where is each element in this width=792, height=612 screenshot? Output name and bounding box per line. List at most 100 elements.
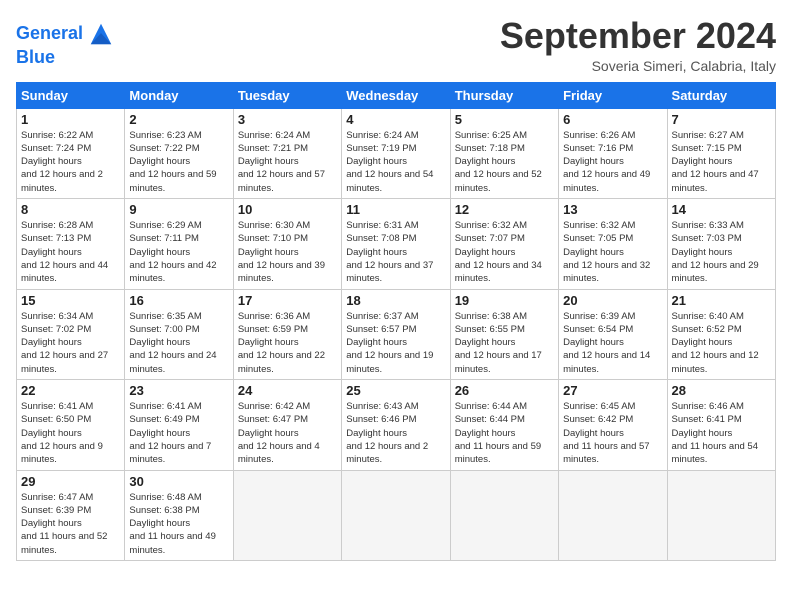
calendar-week-3: 15 Sunrise: 6:34 AM Sunset: 7:02 PM Dayl…	[17, 289, 776, 379]
day-number: 5	[455, 112, 554, 127]
day-info: Sunrise: 6:27 AM Sunset: 7:15 PM Dayligh…	[672, 129, 771, 195]
calendar-cell: 16 Sunrise: 6:35 AM Sunset: 7:00 PM Dayl…	[125, 289, 233, 379]
day-number: 29	[21, 474, 120, 489]
day-info: Sunrise: 6:44 AM Sunset: 6:44 PM Dayligh…	[455, 400, 554, 466]
day-number: 12	[455, 202, 554, 217]
calendar-cell: 27 Sunrise: 6:45 AM Sunset: 6:42 PM Dayl…	[559, 380, 667, 470]
calendar-cell: 4 Sunrise: 6:24 AM Sunset: 7:19 PM Dayli…	[342, 108, 450, 198]
calendar-cell: 6 Sunrise: 6:26 AM Sunset: 7:16 PM Dayli…	[559, 108, 667, 198]
day-number: 24	[238, 383, 337, 398]
day-number: 14	[672, 202, 771, 217]
day-number: 9	[129, 202, 228, 217]
month-title: September 2024	[500, 16, 776, 56]
day-number: 13	[563, 202, 662, 217]
day-info: Sunrise: 6:39 AM Sunset: 6:54 PM Dayligh…	[563, 310, 662, 376]
calendar: SundayMondayTuesdayWednesdayThursdayFrid…	[16, 82, 776, 561]
calendar-cell: 26 Sunrise: 6:44 AM Sunset: 6:44 PM Dayl…	[450, 380, 558, 470]
day-number: 25	[346, 383, 445, 398]
day-header-tuesday: Tuesday	[233, 82, 341, 108]
day-header-sunday: Sunday	[17, 82, 125, 108]
calendar-cell: 11 Sunrise: 6:31 AM Sunset: 7:08 PM Dayl…	[342, 199, 450, 289]
calendar-cell: 24 Sunrise: 6:42 AM Sunset: 6:47 PM Dayl…	[233, 380, 341, 470]
day-number: 6	[563, 112, 662, 127]
day-header-thursday: Thursday	[450, 82, 558, 108]
day-info: Sunrise: 6:40 AM Sunset: 6:52 PM Dayligh…	[672, 310, 771, 376]
day-info: Sunrise: 6:31 AM Sunset: 7:08 PM Dayligh…	[346, 219, 445, 285]
calendar-cell: 20 Sunrise: 6:39 AM Sunset: 6:54 PM Dayl…	[559, 289, 667, 379]
day-info: Sunrise: 6:22 AM Sunset: 7:24 PM Dayligh…	[21, 129, 120, 195]
calendar-week-5: 29 Sunrise: 6:47 AM Sunset: 6:39 PM Dayl…	[17, 470, 776, 560]
day-header-wednesday: Wednesday	[342, 82, 450, 108]
day-number: 3	[238, 112, 337, 127]
day-number: 7	[672, 112, 771, 127]
day-info: Sunrise: 6:48 AM Sunset: 6:38 PM Dayligh…	[129, 491, 228, 557]
page-container: General Blue September 2024 Soveria Sime…	[0, 0, 792, 569]
day-number: 4	[346, 112, 445, 127]
day-number: 11	[346, 202, 445, 217]
day-number: 28	[672, 383, 771, 398]
calendar-header-row: SundayMondayTuesdayWednesdayThursdayFrid…	[17, 82, 776, 108]
calendar-cell	[667, 470, 775, 560]
day-number: 17	[238, 293, 337, 308]
day-info: Sunrise: 6:32 AM Sunset: 7:07 PM Dayligh…	[455, 219, 554, 285]
day-info: Sunrise: 6:38 AM Sunset: 6:55 PM Dayligh…	[455, 310, 554, 376]
calendar-cell: 15 Sunrise: 6:34 AM Sunset: 7:02 PM Dayl…	[17, 289, 125, 379]
day-number: 16	[129, 293, 228, 308]
calendar-cell: 28 Sunrise: 6:46 AM Sunset: 6:41 PM Dayl…	[667, 380, 775, 470]
day-info: Sunrise: 6:33 AM Sunset: 7:03 PM Dayligh…	[672, 219, 771, 285]
calendar-cell: 13 Sunrise: 6:32 AM Sunset: 7:05 PM Dayl…	[559, 199, 667, 289]
calendar-cell	[450, 470, 558, 560]
logo: General Blue	[16, 20, 115, 68]
logo-icon	[87, 20, 115, 48]
day-info: Sunrise: 6:37 AM Sunset: 6:57 PM Dayligh…	[346, 310, 445, 376]
calendar-cell: 29 Sunrise: 6:47 AM Sunset: 6:39 PM Dayl…	[17, 470, 125, 560]
calendar-cell: 30 Sunrise: 6:48 AM Sunset: 6:38 PM Dayl…	[125, 470, 233, 560]
calendar-cell: 19 Sunrise: 6:38 AM Sunset: 6:55 PM Dayl…	[450, 289, 558, 379]
day-number: 8	[21, 202, 120, 217]
day-info: Sunrise: 6:47 AM Sunset: 6:39 PM Dayligh…	[21, 491, 120, 557]
calendar-cell: 3 Sunrise: 6:24 AM Sunset: 7:21 PM Dayli…	[233, 108, 341, 198]
calendar-cell: 5 Sunrise: 6:25 AM Sunset: 7:18 PM Dayli…	[450, 108, 558, 198]
calendar-cell: 18 Sunrise: 6:37 AM Sunset: 6:57 PM Dayl…	[342, 289, 450, 379]
day-number: 26	[455, 383, 554, 398]
day-info: Sunrise: 6:30 AM Sunset: 7:10 PM Dayligh…	[238, 219, 337, 285]
day-info: Sunrise: 6:28 AM Sunset: 7:13 PM Dayligh…	[21, 219, 120, 285]
day-header-saturday: Saturday	[667, 82, 775, 108]
day-number: 19	[455, 293, 554, 308]
header: General Blue September 2024 Soveria Sime…	[16, 16, 776, 74]
calendar-cell	[559, 470, 667, 560]
calendar-week-2: 8 Sunrise: 6:28 AM Sunset: 7:13 PM Dayli…	[17, 199, 776, 289]
day-number: 27	[563, 383, 662, 398]
title-area: September 2024 Soveria Simeri, Calabria,…	[500, 16, 776, 74]
day-info: Sunrise: 6:41 AM Sunset: 6:49 PM Dayligh…	[129, 400, 228, 466]
day-info: Sunrise: 6:35 AM Sunset: 7:00 PM Dayligh…	[129, 310, 228, 376]
day-number: 15	[21, 293, 120, 308]
logo-text: General	[16, 24, 83, 44]
calendar-cell	[342, 470, 450, 560]
calendar-week-1: 1 Sunrise: 6:22 AM Sunset: 7:24 PM Dayli…	[17, 108, 776, 198]
day-number: 2	[129, 112, 228, 127]
calendar-cell: 23 Sunrise: 6:41 AM Sunset: 6:49 PM Dayl…	[125, 380, 233, 470]
day-info: Sunrise: 6:32 AM Sunset: 7:05 PM Dayligh…	[563, 219, 662, 285]
day-header-monday: Monday	[125, 82, 233, 108]
calendar-cell: 14 Sunrise: 6:33 AM Sunset: 7:03 PM Dayl…	[667, 199, 775, 289]
calendar-cell: 12 Sunrise: 6:32 AM Sunset: 7:07 PM Dayl…	[450, 199, 558, 289]
day-number: 18	[346, 293, 445, 308]
day-info: Sunrise: 6:34 AM Sunset: 7:02 PM Dayligh…	[21, 310, 120, 376]
calendar-cell: 8 Sunrise: 6:28 AM Sunset: 7:13 PM Dayli…	[17, 199, 125, 289]
day-info: Sunrise: 6:26 AM Sunset: 7:16 PM Dayligh…	[563, 129, 662, 195]
day-info: Sunrise: 6:23 AM Sunset: 7:22 PM Dayligh…	[129, 129, 228, 195]
day-info: Sunrise: 6:24 AM Sunset: 7:21 PM Dayligh…	[238, 129, 337, 195]
calendar-cell: 17 Sunrise: 6:36 AM Sunset: 6:59 PM Dayl…	[233, 289, 341, 379]
day-info: Sunrise: 6:36 AM Sunset: 6:59 PM Dayligh…	[238, 310, 337, 376]
day-info: Sunrise: 6:45 AM Sunset: 6:42 PM Dayligh…	[563, 400, 662, 466]
day-info: Sunrise: 6:24 AM Sunset: 7:19 PM Dayligh…	[346, 129, 445, 195]
calendar-cell: 9 Sunrise: 6:29 AM Sunset: 7:11 PM Dayli…	[125, 199, 233, 289]
subtitle: Soveria Simeri, Calabria, Italy	[500, 58, 776, 74]
calendar-cell: 22 Sunrise: 6:41 AM Sunset: 6:50 PM Dayl…	[17, 380, 125, 470]
calendar-cell: 21 Sunrise: 6:40 AM Sunset: 6:52 PM Dayl…	[667, 289, 775, 379]
day-info: Sunrise: 6:29 AM Sunset: 7:11 PM Dayligh…	[129, 219, 228, 285]
day-number: 20	[563, 293, 662, 308]
calendar-cell: 7 Sunrise: 6:27 AM Sunset: 7:15 PM Dayli…	[667, 108, 775, 198]
day-number: 23	[129, 383, 228, 398]
